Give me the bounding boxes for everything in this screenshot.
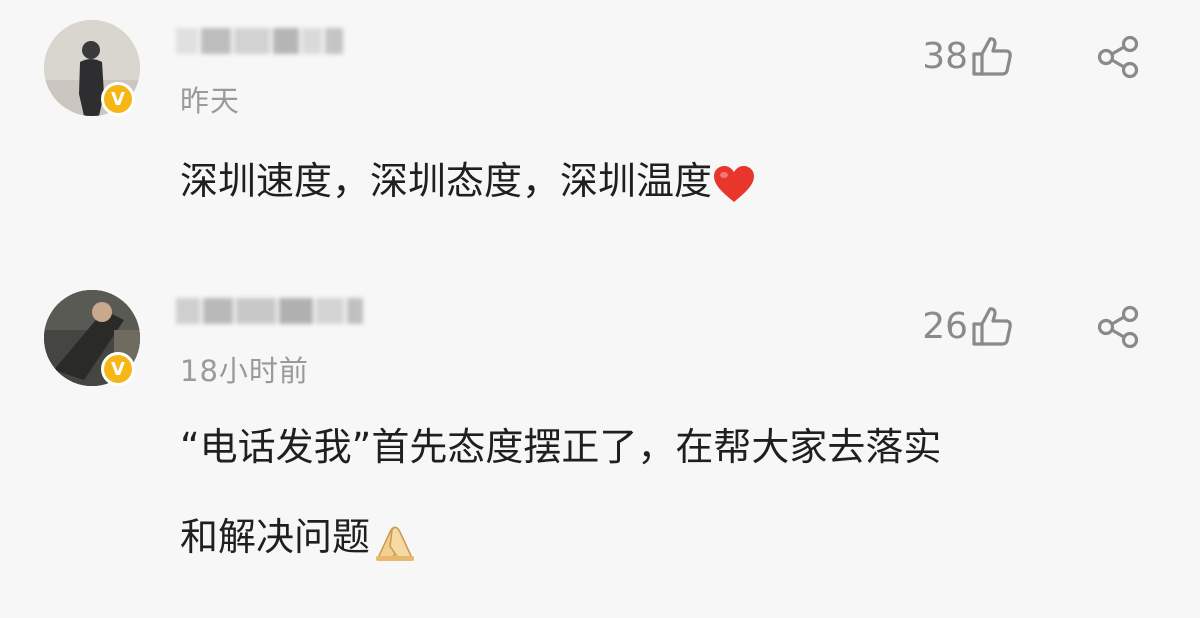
heart-icon xyxy=(714,165,755,202)
thumbs-up-icon[interactable] xyxy=(970,304,1014,348)
comment-text: 深圳速度，深圳态度，深圳温度 xyxy=(180,136,1160,226)
comment-text-line-2: 和解决问题 xyxy=(180,492,1160,582)
comment-time: 昨天 xyxy=(180,84,241,118)
pray-hands-icon xyxy=(376,526,415,561)
verified-badge-icon: V xyxy=(101,82,135,116)
like-count: 38 xyxy=(922,36,968,77)
comment-text-line: “电话发我”首先态度摆正了，在帮大家去落实 xyxy=(180,425,942,469)
comment-item: V 昨天 38 深圳速度，深圳态度，深圳温度 xyxy=(0,0,1200,270)
comment-item: V 18小时前 26 “电话发我”首先态度摆正了，在帮大家去落实 和解决问题 xyxy=(0,270,1200,618)
like-count: 26 xyxy=(922,306,968,347)
share-icon[interactable] xyxy=(1096,34,1142,80)
share-icon[interactable] xyxy=(1096,304,1142,350)
comment-text-body: 深圳速度，深圳态度，深圳温度 xyxy=(180,159,713,203)
username-redacted[interactable] xyxy=(176,296,363,326)
username-redacted[interactable] xyxy=(176,26,343,56)
comment-text-body: 和解决问题 xyxy=(180,515,371,559)
verified-badge-icon: V xyxy=(101,352,135,386)
comment-time: 18小时前 xyxy=(180,354,309,388)
comment-text: “电话发我”首先态度摆正了，在帮大家去落实 和解决问题 xyxy=(180,402,1160,582)
thumbs-up-icon[interactable] xyxy=(970,34,1014,78)
